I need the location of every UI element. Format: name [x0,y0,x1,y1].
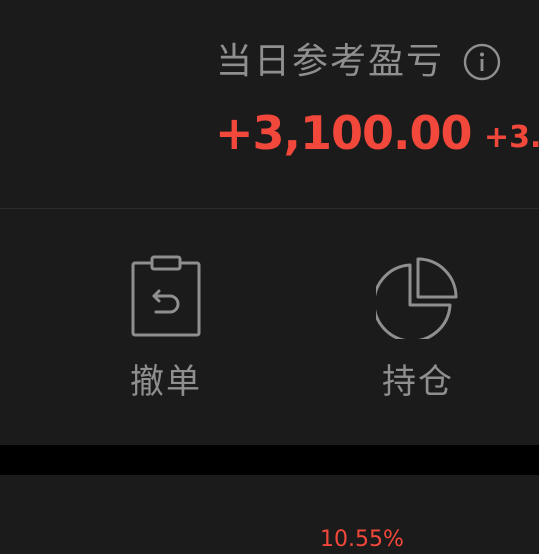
info-circle-icon[interactable] [462,42,502,82]
daily-pnl-label: 当日参考盈亏 [216,41,445,82]
holdings-percentage: 10.55% [320,527,404,552]
daily-pnl-rate: +3. [484,120,539,155]
daily-pnl-section: 当日参考盈亏 +3,100.00 +3. [0,0,539,208]
section-separator [0,445,539,475]
cancel-order-button[interactable]: 撤单 [66,209,266,445]
holdings-summary: 10.55% [0,475,539,554]
trade-screen: 当日参考盈亏 +3,100.00 +3. 撤单 持仓 10.55% [0,0,539,554]
pie-chart-icon [376,257,458,339]
daily-pnl-value: +3,100.00 [215,106,473,160]
positions-button[interactable]: 持仓 [318,209,518,445]
positions-label: 持仓 [382,362,454,402]
quick-actions: 撤单 持仓 [0,209,539,445]
clipboard-undo-icon [131,255,201,337]
daily-pnl-label-row: 当日参考盈亏 [216,38,502,86]
cancel-order-label: 撤单 [130,362,202,402]
